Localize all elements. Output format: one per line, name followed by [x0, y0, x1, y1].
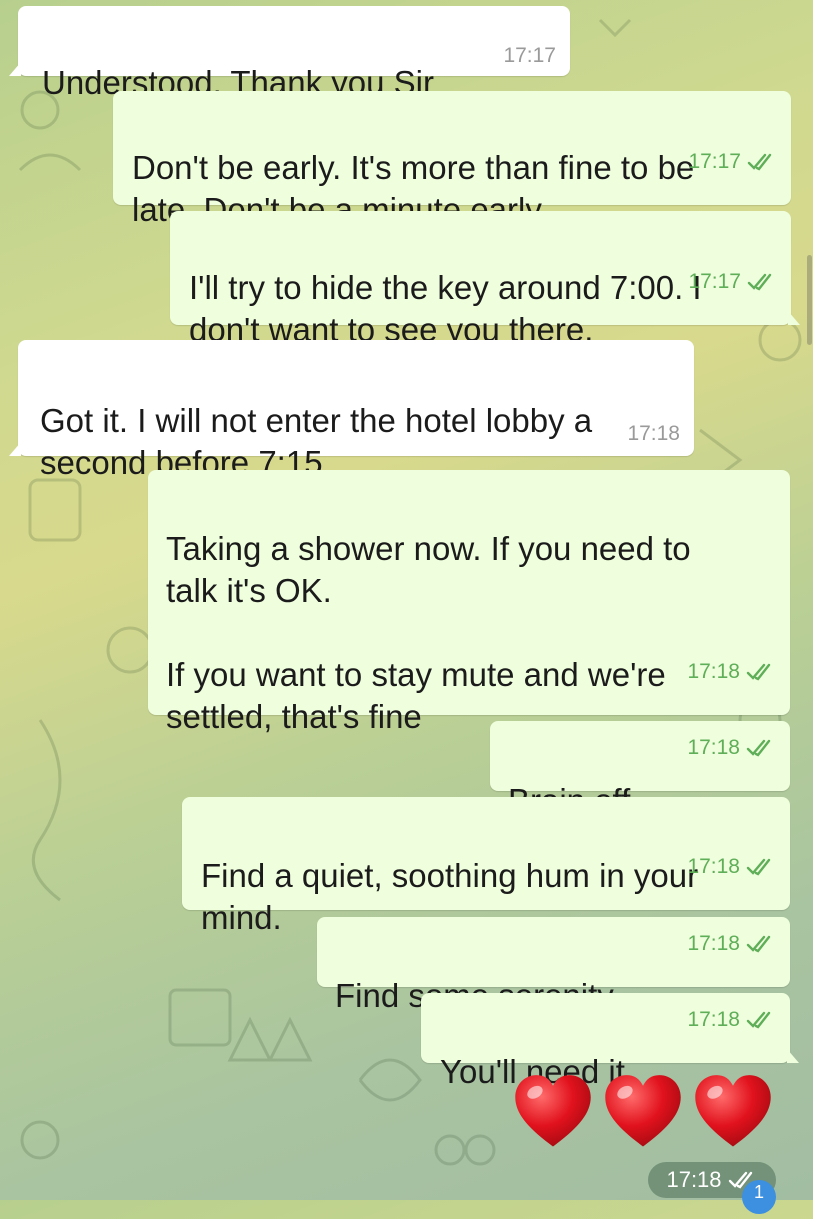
bubble-tail — [787, 1049, 799, 1063]
message-time: 17:18 — [687, 736, 740, 759]
unread-count-badge[interactable]: 1 — [742, 1180, 776, 1214]
message-bubble-outgoing[interactable]: Brain off. 17:18 — [490, 721, 790, 819]
message-meta: 17:18 — [687, 639, 776, 705]
message-bubble-incoming[interactable]: Got it. I will not enter the hotel lobby… — [9, 340, 694, 481]
double-check-icon — [746, 834, 776, 900]
emoji-message-hearts[interactable] — [512, 1068, 782, 1158]
message-bubble-outgoing[interactable]: Don't be early. It's more than fine to b… — [113, 91, 791, 228]
bubble-tail — [9, 442, 21, 456]
red-heart-emoji-icon — [605, 1075, 681, 1147]
message-text: Taking a shower now. If you need to talk… — [166, 530, 691, 735]
message-time: 17:17 — [503, 44, 556, 67]
double-check-icon — [746, 987, 776, 1053]
message-meta: 17:18 — [687, 834, 776, 900]
double-check-icon — [746, 715, 776, 781]
message-bubble-outgoing[interactable]: Find a quiet, soothing hum in your mind.… — [182, 797, 790, 936]
scroll-indicator[interactable] — [807, 255, 812, 345]
message-meta: 17:17 — [688, 129, 777, 195]
message-meta: 17:18 — [687, 911, 776, 977]
double-check-icon — [747, 129, 777, 195]
message-time: 17:18 — [687, 660, 740, 683]
message-text: I'll try to hide the key around 7:00. I … — [189, 269, 702, 348]
message-time: 17:18 — [687, 932, 740, 955]
message-bubble-outgoing[interactable]: I'll try to hide the key around 7:00. I … — [170, 211, 800, 348]
message-time: 17:18 — [627, 422, 680, 445]
message-time: 17:18 — [666, 1167, 722, 1192]
double-check-icon — [747, 249, 777, 315]
message-bubble-incoming[interactable]: Understood. Thank you Sir 17:17 — [9, 6, 570, 101]
bubble-tail — [9, 62, 21, 76]
message-bubble-outgoing[interactable]: Find some serenity. 17:18 — [317, 917, 790, 1014]
message-bubble-outgoing[interactable]: You'll need it. 17:18 — [421, 993, 799, 1090]
message-time: 17:17 — [688, 270, 741, 293]
message-meta: 17:18 — [627, 422, 680, 446]
message-bubble-outgoing[interactable]: Taking a shower now. If you need to talk… — [148, 470, 790, 735]
double-check-icon — [746, 639, 776, 705]
message-meta: 17:18 — [687, 987, 776, 1053]
red-heart-emoji-icon — [695, 1075, 771, 1147]
red-heart-emoji-icon — [515, 1075, 591, 1147]
bubble-tail — [788, 311, 800, 325]
message-meta: 17:17 — [503, 44, 556, 68]
message-meta: 17:17 — [688, 249, 777, 315]
message-time: 17:17 — [688, 150, 741, 173]
message-time: 17:18 — [687, 1008, 740, 1031]
message-meta: 17:18 — [687, 715, 776, 781]
message-time: 17:18 — [687, 855, 740, 878]
double-check-icon — [746, 911, 776, 977]
